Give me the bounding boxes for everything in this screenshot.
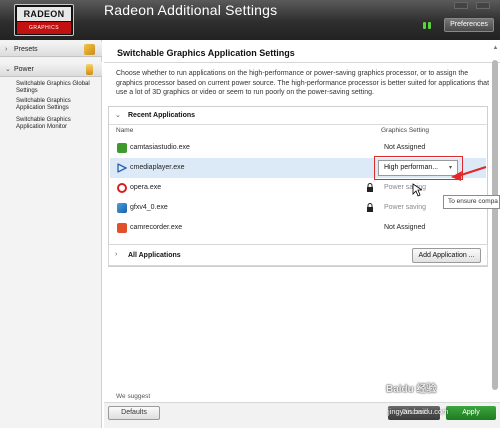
mouse-cursor-icon [412,183,422,197]
sidebar-item-application-settings[interactable]: Switchable Graphics Application Settings [16,98,100,112]
sidebar-item-power[interactable]: ⌄ Power [0,62,102,77]
tooltip: To ensure compa [443,195,500,209]
chevron-right-icon: › [115,251,118,258]
gfx-icon [117,203,127,213]
camrecorder-icon [117,223,127,233]
app-name: gfxv4_0.exe [130,204,168,211]
section-label: Recent Applications [128,112,196,119]
sidebar-item-presets[interactable]: › Presets [0,42,102,57]
preferences-button[interactable]: Preferences [444,18,494,32]
table-row[interactable]: camtasiastudio.exe Not Assigned [110,138,486,158]
app-name: opera.exe [130,184,162,191]
suggest-text: We suggest [116,393,151,400]
app-name: camtasiastudio.exe [130,144,190,151]
opera-icon [117,183,127,193]
add-application-button[interactable]: Add Application ... [412,248,481,263]
chevron-down-icon: ⌄ [5,66,11,73]
radeon-logo: RADEON GRAPHICS [14,4,74,36]
graphics-setting: Not Assigned [384,144,426,151]
title-bar: RADEON GRAPHICS Radeon Additional Settin… [0,0,500,40]
presets-icon [84,44,95,55]
description-text: Choose whether to run applications on th… [116,70,490,96]
sidebar-item-application-monitor[interactable]: Switchable Graphics Application Monitor [16,117,100,131]
graphics-setting: Power saving [384,204,427,211]
play-icon [117,163,127,173]
main-header: Switchable Graphics Application Settings [104,40,500,63]
status-icon [423,22,432,29]
table-row[interactable]: camrecorder.exe Not Assigned [110,218,486,238]
lock-icon [367,203,373,212]
lock-icon [367,183,373,192]
watermark: Baidu 经验 [386,384,437,395]
chevron-down-icon: ⌄ [115,112,121,119]
app-name: camrecorder.exe [130,224,183,231]
camtasia-icon [117,143,127,153]
page-title: Switchable Graphics Application Settings [117,48,295,58]
annotation-arrow-icon [451,166,487,181]
section-label: All Applications [128,252,181,259]
graphics-setting: Not Assigned [384,224,426,231]
logo-bottom-text: GRAPHICS [17,22,71,34]
column-header-setting: Graphics Setting [381,127,430,134]
sidebar-item-label: Presets [13,46,38,53]
app-name: cmediaplayer.exe [130,164,185,171]
sidebar: › Presets ⌄ Power Switchable Graphics Gl… [0,40,102,428]
close-button[interactable] [476,2,490,9]
apply-button[interactable]: Apply [446,406,496,420]
app-title: Radeon Additional Settings [104,2,278,18]
recent-applications-panel: ⌄ Recent Applications Name Graphics Sett… [108,106,488,267]
logo-top-text: RADEON [17,7,71,21]
column-header-name: Name [116,127,134,134]
minimize-button[interactable] [454,2,468,9]
recent-applications-header[interactable]: ⌄ Recent Applications [109,107,487,125]
battery-icon [86,64,93,75]
scroll-up-arrow-icon[interactable]: ▲ [492,45,499,53]
table-row[interactable]: opera.exe Power saving [110,178,486,198]
defaults-button[interactable]: Defaults [108,406,160,420]
sidebar-item-global-settings[interactable]: Switchable Graphics Global Settings [16,81,100,95]
chevron-right-icon: › [5,46,8,53]
scrollbar[interactable] [492,60,498,390]
table-row[interactable]: gfxv4_0.exe Power saving [110,198,486,218]
watermark-url: jingyan.baidu.com [388,407,449,416]
sidebar-item-label: Power [13,66,34,73]
